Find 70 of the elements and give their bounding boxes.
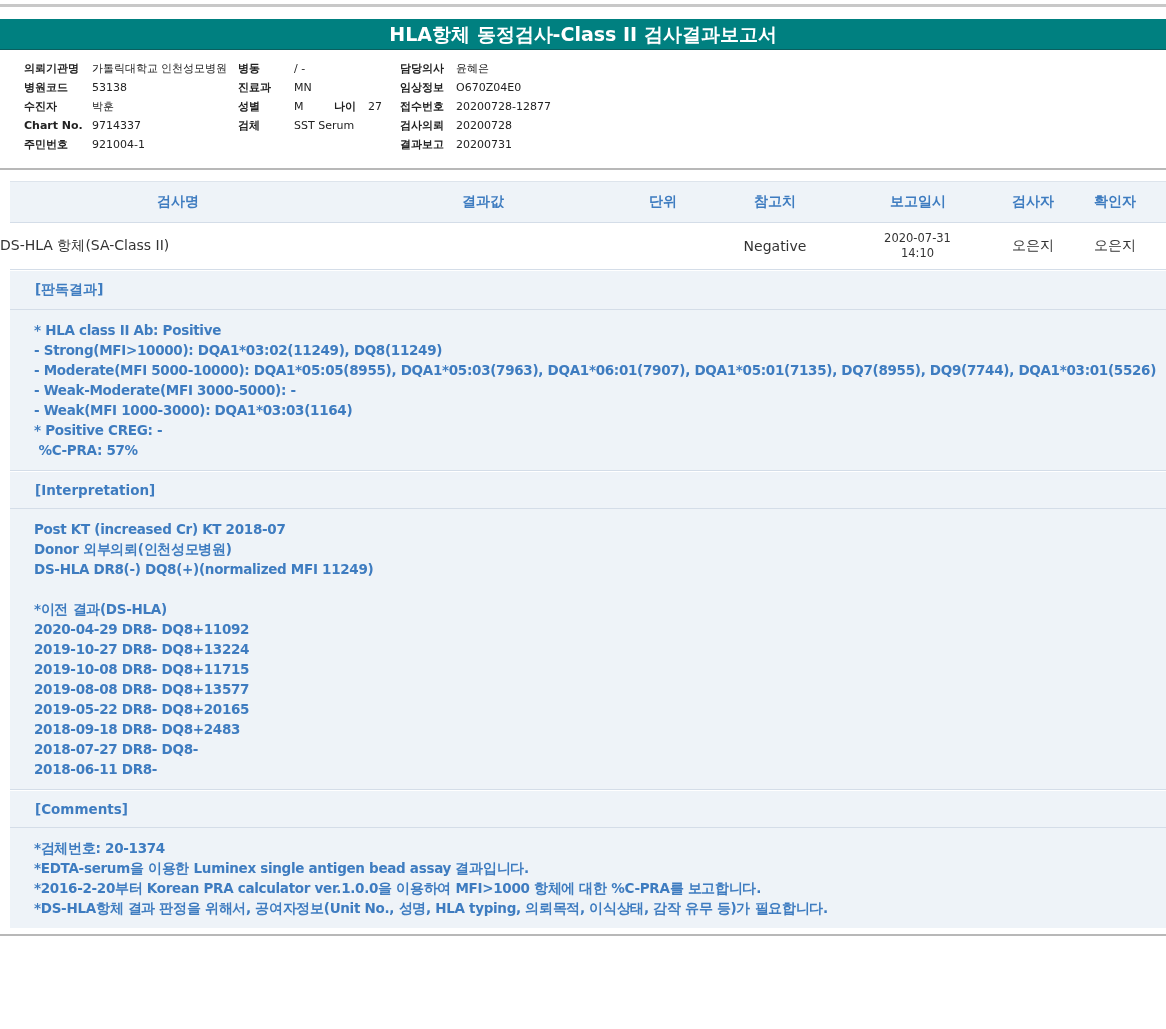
field-value: 박훈 bbox=[92, 99, 114, 114]
field-value: 53138 bbox=[92, 81, 127, 94]
field-value: SST Serum bbox=[294, 119, 355, 132]
section-heading: [Comments] bbox=[35, 801, 128, 817]
column-header: 참고치 bbox=[753, 193, 797, 211]
field-label: 임상정보 bbox=[400, 80, 445, 95]
result-text: 2020-04-29 DR8- DQ8+11092 bbox=[34, 620, 251, 639]
section-heading: [판독결과] bbox=[35, 281, 104, 297]
report-date: 2020-07-31 bbox=[884, 231, 951, 246]
result-text: * HLA class II Ab: Positive bbox=[34, 321, 223, 340]
field-label: 담당의사 bbox=[400, 61, 445, 76]
field-value: / - bbox=[294, 62, 307, 75]
report-title: HLA항체 동정검사-Class II 검사결과보고서 bbox=[0, 19, 1166, 50]
result-text: - Moderate(MFI 5000-10000): DQA1*05:05(8955), DQA1*05:03(7963), DQA1*06:01(7907), DQA1*05:01(7135), DQ7(8955), DQ9(7744), DQA1*03:01(5526) bbox=[34, 361, 1158, 380]
column-header: 보고일시 bbox=[888, 193, 947, 211]
result-text: *검체번호: 20-1374 bbox=[34, 839, 166, 858]
result-text: *EDTA-serum을 이용한 Luminex single antigen bead assay 결과입니다. bbox=[34, 859, 530, 878]
field-value: 20200728-12877 bbox=[456, 100, 551, 113]
result-text: %C-PRA: 57% bbox=[37, 441, 139, 460]
result-text: * Positive CREG: - bbox=[34, 421, 164, 440]
result-text: *이전 결과(DS-HLA) bbox=[34, 600, 168, 619]
field-value: 가톨릭대학교 인천성모병원 bbox=[92, 61, 228, 76]
field-value: 27 bbox=[368, 100, 382, 113]
field-label: 주민번호 bbox=[24, 137, 69, 152]
field-label: 수진자 bbox=[24, 99, 58, 114]
table-cell-text: 오은지 bbox=[1010, 237, 1055, 255]
result-text: 2018-09-18 DR8- DQ8+2483 bbox=[34, 720, 242, 739]
field-value: M bbox=[294, 100, 305, 113]
field-label: 검사의뢰 bbox=[400, 118, 445, 133]
field-label: 결과보고 bbox=[400, 137, 445, 152]
result-text: Post KT (increased Cr) KT 2018-07 bbox=[34, 520, 287, 539]
result-text: DS-HLA DR8(-) DQ8(+)(normalized MFI 11249) bbox=[34, 560, 375, 579]
field-value: O670Z04E0 bbox=[456, 81, 522, 94]
result-text: 2019-05-22 DR8- DQ8+20165 bbox=[34, 700, 251, 719]
field-label: 병원코드 bbox=[24, 80, 69, 95]
field-value: 20200731 bbox=[456, 138, 512, 151]
field-value: 윤혜은 bbox=[456, 61, 489, 76]
section-heading: [Interpretation] bbox=[35, 482, 156, 498]
field-label: 의뢰기관명 bbox=[24, 61, 80, 76]
result-text: 2018-06-11 DR8- bbox=[34, 760, 159, 779]
field-label: Chart No. bbox=[24, 119, 84, 132]
result-text: 2019-08-08 DR8- DQ8+13577 bbox=[34, 680, 251, 699]
result-text: 2018-07-27 DR8- DQ8- bbox=[34, 740, 200, 759]
field-label: 진료과 bbox=[238, 80, 272, 95]
field-value: MN bbox=[294, 81, 313, 94]
field-value: 9714337 bbox=[92, 119, 141, 132]
column-header: 확인자 bbox=[1093, 193, 1137, 211]
table-cell-text: 오은지 bbox=[1093, 237, 1137, 255]
field-value: 20200728 bbox=[456, 119, 512, 132]
result-text: - Strong(MFI>10000): DQA1*03:02(11249), DQ8(11249) bbox=[34, 341, 444, 360]
result-text: *2016-2-20부터 Korean PRA calculator ver.1.0.0을 이용하여 MFI>1000 항체에 대한 %C-PRA를 보고합니다. bbox=[34, 879, 762, 898]
result-text: *DS-HLA항체 결과 판정을 위해서, 공여자정보(Unit No., 성명, HLA typing, 의뢰목적, 이식상태, 감작 유무 등)가 필요합니다. bbox=[34, 899, 829, 918]
report-time: 14:10 bbox=[900, 246, 935, 261]
column-header: 결과값 bbox=[460, 193, 505, 211]
field-label: 나이 bbox=[334, 99, 357, 114]
column-header: 검사자 bbox=[1010, 193, 1055, 211]
column-header: 단위 bbox=[647, 193, 678, 211]
field-label: 검체 bbox=[238, 118, 261, 133]
result-text: - Weak(MFI 1000-3000): DQA1*03:03(1164) bbox=[34, 401, 354, 420]
table-cell-text: Negative bbox=[742, 238, 808, 254]
result-text: - Weak-Moderate(MFI 3000-5000): - bbox=[34, 381, 297, 400]
field-label: 접수번호 bbox=[400, 99, 445, 114]
field-label: 병동 bbox=[238, 61, 261, 76]
field-value: 921004-1 bbox=[92, 138, 145, 151]
result-text: Donor 외부의뢰(인천성모병원) bbox=[34, 540, 233, 559]
result-text: 2019-10-27 DR8- DQ8+13224 bbox=[34, 640, 251, 659]
field-label: 성별 bbox=[238, 99, 261, 114]
column-header: 검사명 bbox=[155, 193, 200, 211]
table-cell-text: DS-HLA 항체(SA-Class II) bbox=[0, 237, 171, 255]
result-text: 2019-10-08 DR8- DQ8+11715 bbox=[34, 660, 251, 679]
